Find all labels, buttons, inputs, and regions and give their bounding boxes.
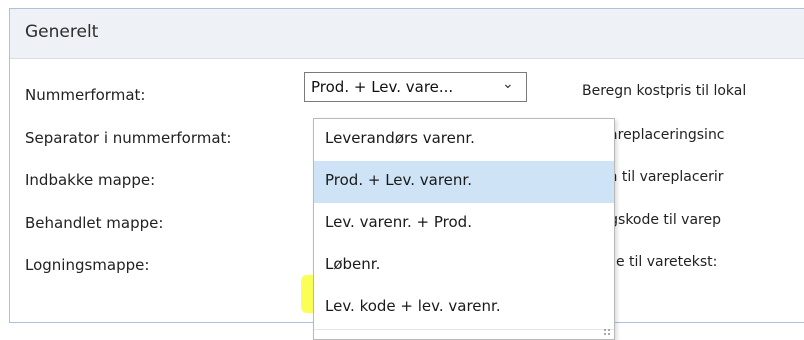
inbox-folder-label: Indbakke mappe:: [25, 171, 156, 189]
dropdown-option[interactable]: Løbenr.: [314, 245, 614, 287]
calc-cost-price-label: Beregn kostpris til lokal: [582, 83, 747, 99]
number-format-value: Prod. + Lev. vare...: [311, 78, 454, 96]
chevron-down-icon: ⌄: [502, 76, 514, 92]
section-header: Generelt: [10, 9, 804, 59]
dropdown-divider: [314, 329, 614, 330]
resize-grip-icon[interactable]: [603, 328, 611, 336]
section-title: Generelt: [25, 22, 99, 42]
number-format-label: Nummerformat:: [25, 86, 146, 104]
processed-folder-label: Behandlet mappe:: [25, 214, 164, 232]
dropdown-option[interactable]: Leverandørs varenr.: [314, 119, 614, 161]
log-folder-label: Logningsmappe:: [25, 256, 150, 274]
dropdown-option[interactable]: Lev. varenr. + Prod.: [314, 203, 614, 245]
number-format-select[interactable]: Prod. + Lev. vare... ⌄: [304, 72, 527, 102]
dropdown-option-selected[interactable]: Prod. + Lev. varenr.: [314, 161, 614, 203]
number-format-dropdown-list[interactable]: Leverandørs varenr. Prod. + Lev. varenr.…: [313, 118, 615, 340]
dropdown-option-highlighted[interactable]: Lev. kode + lev. varenr.: [314, 287, 614, 329]
separator-label: Separator i nummerformat:: [25, 129, 232, 147]
